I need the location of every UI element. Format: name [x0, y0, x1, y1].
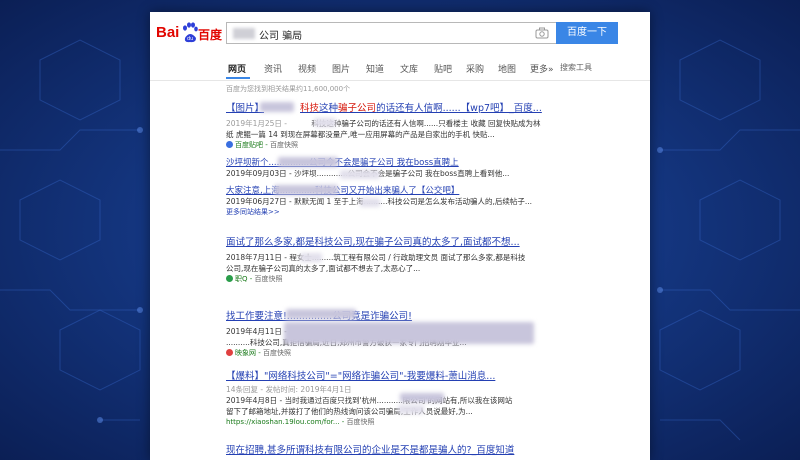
title-keyword: 骗子公司 — [338, 103, 377, 114]
yingxiang-icon — [226, 349, 233, 356]
browser-page: Bai du 百度 百度一下 网页 资讯 视频 图片 — [150, 12, 650, 460]
search-input[interactable] — [257, 25, 521, 43]
tab-purchase[interactable]: 采购 — [466, 62, 484, 75]
search-result-sub-1: 沙坪坝新个...............公司今不会是骗子公司 我在boss直聘上… — [226, 156, 556, 179]
result-source: 映象网 - 百度快照 — [226, 348, 556, 358]
search-box — [226, 22, 556, 44]
logo-text-baidu: 百度 — [198, 28, 223, 42]
snippet-line: 科技这种骗子公司的话还有人信啊......只看楼主 收藏 回复快贴成为林 — [311, 119, 541, 128]
result-title[interactable]: 找工作要注意!...............公司竟是诈骗公司! — [226, 308, 556, 322]
result-date: 2019年1月25日 - — [226, 119, 290, 128]
cache-link[interactable]: 百度快照 — [270, 141, 298, 149]
redacted-text — [233, 28, 255, 39]
cache-link[interactable]: 百度快照 — [263, 349, 291, 357]
tab-news[interactable]: 资讯 — [264, 62, 282, 75]
result-source: 百度贴吧 - 百度快照 — [226, 140, 556, 150]
logo-text-bai: Bai — [156, 24, 180, 41]
redaction — [400, 393, 444, 402]
tab-wenku[interactable]: 文库 — [400, 62, 418, 75]
redaction — [300, 253, 322, 262]
redaction — [278, 157, 338, 167]
baidu-logo[interactable]: Bai du 百度 — [156, 22, 222, 46]
title-keyword: 科技 — [300, 103, 320, 114]
search-header: Bai du 百度 百度一下 — [150, 12, 650, 58]
result-title[interactable]: 【爆料】"网络科技公司"="网络诈骗公司"-我要爆料-萧山消息... — [226, 368, 556, 382]
search-result-2: 面试了那么多家,都是科技公司,现在骗子公司真的太多了,面试都不想... 2018… — [226, 234, 556, 284]
redaction — [260, 102, 294, 112]
result-title[interactable]: 面试了那么多家,都是科技公司,现在骗子公司真的太多了,面试都不想... — [226, 234, 556, 248]
search-tabs: 网页 资讯 视频 图片 知道 文库 贴吧 采购 地图 更多» 搜索工具 — [150, 58, 650, 81]
source-link[interactable]: https://xiaoshan.19lou.com/for... — [226, 418, 340, 426]
source-link[interactable]: 映象网 — [235, 349, 256, 357]
result-snippet: 2019年06月27日 - 默默无闻 1 至于上海..........科技公司是… — [226, 197, 533, 206]
title-text: 【图片】 — [226, 103, 265, 114]
redaction — [286, 309, 356, 319]
redaction — [314, 118, 336, 127]
paw-icon: du — [183, 22, 198, 43]
result-source: 职Q - 百度快照 — [226, 274, 556, 284]
tab-video[interactable]: 视频 — [298, 62, 316, 75]
cache-link[interactable]: 百度快照 — [255, 275, 283, 283]
result-snippet: 2019年1月25日 - 科技这种骗子公司的话还有人信啊......只看楼主 收… — [226, 118, 556, 129]
result-count: 百度为您找到相关结果约11,600,000个 — [226, 85, 351, 93]
search-result-4: 【爆料】"网络科技公司"="网络诈骗公司"-我要爆料-萧山消息... 14条回复… — [226, 368, 556, 427]
redaction — [284, 322, 534, 344]
tab-tieba[interactable]: 贴吧 — [434, 62, 452, 75]
redaction — [340, 170, 380, 179]
title-text: 这种 — [319, 103, 339, 114]
result-title[interactable]: 沙坪坝新个...............公司今不会是骗子公司 我在boss直聘上 — [226, 156, 556, 168]
result-snippet: 留下了邮箱地址,并拨打了他们的热线询问该公司骗局,工作人员说最好,为... — [226, 407, 473, 416]
search-tools-link[interactable]: 搜索工具 — [560, 62, 592, 73]
redaction — [274, 185, 338, 195]
tab-zhidao[interactable]: 知道 — [366, 62, 384, 75]
tab-map[interactable]: 地图 — [498, 62, 516, 75]
active-tab-indicator — [226, 77, 250, 79]
redaction — [360, 198, 380, 207]
more-site-results-link[interactable]: 更多同站结果>> — [226, 207, 556, 217]
tieba-icon — [226, 141, 233, 148]
svg-text:du: du — [187, 36, 193, 42]
result-snippet: 2018年7月11日 - 程女士.........筑工程有限公司 / 行政助理文… — [226, 253, 526, 262]
result-source: https://xiaoshan.19lou.com/for... - 百度快照 — [226, 418, 375, 426]
tab-more[interactable]: 更多» — [530, 62, 554, 75]
result-meta: 14条回复 - 发帖时间: 2019年4月1日 — [226, 385, 352, 394]
source-link[interactable]: 职Q — [235, 275, 248, 283]
cache-link[interactable]: 百度快照 — [347, 418, 375, 426]
result-snippet: 2019年09月03日 - 沙坪坝.............公司会不会是骗子公司… — [226, 169, 510, 178]
title-text: 的话还有人信啊......【wp7吧】_百度... — [376, 103, 542, 114]
tab-web[interactable]: 网页 — [228, 62, 246, 75]
tab-images[interactable]: 图片 — [332, 62, 350, 75]
redaction — [398, 405, 424, 414]
search-result-5: 现在招聘,甚多所谓科技有限公司的企业是不是都是骗人的?_百度知道 — [226, 442, 556, 456]
result-snippet: 2019年4月8日 - 当时我通过百度只找到'杭州...........限公司'… — [226, 396, 513, 405]
search-button[interactable]: 百度一下 — [556, 22, 618, 44]
camera-icon[interactable] — [535, 27, 549, 39]
search-tools-label: 搜索工具 — [560, 63, 592, 72]
result-snippet: 公司,现在骗子公司真的太多了,面试都不想去了,太恶心了... — [226, 264, 421, 273]
result-title[interactable]: 现在招聘,甚多所谓科技有限公司的企业是不是都是骗人的?_百度知道 — [226, 442, 556, 456]
zhiq-icon — [226, 275, 233, 282]
result-snippet: 纸 虎鲲一篇 14 到现在屏幕都没量产,唯一应用屏幕的产品是自家出的手机 快贴.… — [226, 130, 495, 139]
source-link[interactable]: 百度贴吧 — [235, 141, 263, 149]
